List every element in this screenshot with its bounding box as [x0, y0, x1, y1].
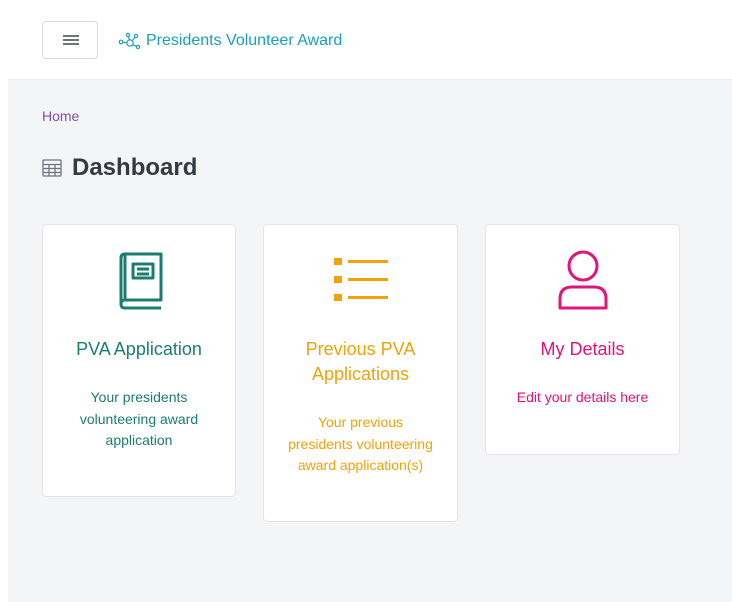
user-icon [558, 250, 607, 310]
menu-toggle-button[interactable] [42, 21, 98, 59]
card-pva-application[interactable]: PVA Application Your presidents voluntee… [42, 224, 236, 497]
card-description: Edit your details here [516, 389, 649, 405]
table-grid-icon [42, 159, 62, 177]
top-navbar: Presidents Volunteer Award [8, 0, 732, 80]
card-icon-wrap [43, 250, 235, 310]
card-my-details[interactable]: My Details Edit your details here [485, 224, 680, 455]
card-description: Your previous presidents volunteering aw… [288, 414, 433, 473]
hamburger-menu-icon [63, 35, 79, 45]
card-previous-pva-applications[interactable]: Previous PVA Applications Your previous … [263, 224, 458, 522]
brand-title: Presidents Volunteer Award [146, 32, 343, 49]
network-nodes-icon [118, 32, 141, 50]
card-title: PVA Application [76, 339, 202, 359]
card-icon-wrap [486, 249, 679, 311]
card-title: Previous PVA Applications [305, 339, 416, 384]
book-icon [119, 252, 163, 310]
card-icon-wrap [264, 255, 457, 305]
list-icon [333, 258, 388, 301]
brand-link[interactable]: Presidents Volunteer Award [118, 30, 342, 52]
page-title: Dashboard [42, 154, 197, 182]
breadcrumb-home[interactable]: Home [42, 108, 79, 124]
page-title-text: Dashboard [72, 154, 198, 181]
card-title: My Details [540, 339, 625, 359]
card-description: Your presidents volunteering award appli… [79, 389, 199, 448]
